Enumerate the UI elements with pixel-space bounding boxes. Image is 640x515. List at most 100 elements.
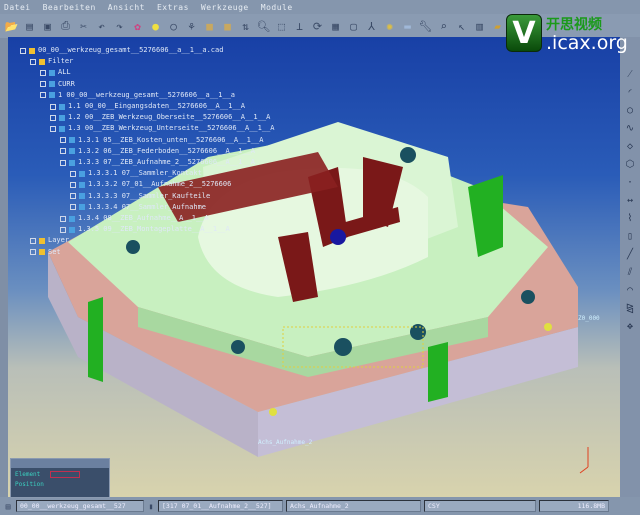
- save-icon[interactable]: ▣: [40, 19, 55, 34]
- tree-item[interactable]: 1.3.3 07__ZEB_Aufnahme_2__5276606__A__1_…: [20, 157, 275, 168]
- expand-toggle-icon[interactable]: [40, 92, 46, 99]
- tree-item[interactable]: 1.3.1 05__ZEB_Kosten_unten__5276606__A__…: [20, 135, 275, 146]
- csys-icon[interactable]: ⅄: [364, 19, 379, 34]
- expand-toggle-icon[interactable]: [70, 204, 76, 211]
- expand-toggle-icon[interactable]: [70, 193, 76, 200]
- tree-item[interactable]: Set: [20, 247, 275, 258]
- position-label: Position: [15, 481, 44, 488]
- select-icon[interactable]: ↖: [454, 19, 469, 34]
- expand-toggle-icon[interactable]: [40, 70, 46, 76]
- tree-item[interactable]: 1.3.4 08__ZEB_Aufnahme__A__1__A: [20, 213, 275, 224]
- solid-edge-icon[interactable]: ■: [220, 19, 235, 34]
- undo-icon[interactable]: ↶: [94, 19, 109, 34]
- tree-item[interactable]: Layer: [20, 235, 275, 246]
- tree-item[interactable]: 1.3.3.2 07_01__Aufnahme_2__5276606: [20, 179, 275, 190]
- tree-item[interactable]: 1.3 00__ZEB_Werkzeug_Unterseite__5276606…: [20, 123, 275, 134]
- color-icon[interactable]: ✿: [130, 19, 145, 34]
- offset-icon[interactable]: ⫽: [623, 265, 637, 279]
- refresh-icon[interactable]: ⟳: [310, 19, 325, 34]
- expand-toggle-icon[interactable]: [60, 159, 66, 166]
- part-icon: [59, 126, 65, 133]
- expand-toggle-icon[interactable]: [50, 126, 56, 133]
- menu-ansicht[interactable]: Ansicht: [108, 3, 145, 12]
- tree-item[interactable]: 1 00_00__werkzeug_gesamt__5276606__a__1_…: [20, 90, 275, 101]
- move-icon[interactable]: ✥: [623, 319, 637, 333]
- wrench-icon[interactable]: 🔧︎: [418, 19, 433, 34]
- circle-icon[interactable]: ○: [623, 103, 637, 117]
- solid-shade-icon[interactable]: ■: [202, 19, 217, 34]
- status-part: [317 07_01__Aufnahme_2__527]: [158, 500, 283, 512]
- light-off-icon[interactable]: ○: [166, 19, 181, 34]
- expand-toggle-icon[interactable]: [60, 148, 66, 155]
- expand-toggle-icon[interactable]: [50, 103, 56, 110]
- zoom-window-icon[interactable]: ⬚: [274, 19, 289, 34]
- part-icon: [69, 226, 75, 233]
- mirror-icon[interactable]: ⧎: [623, 301, 637, 315]
- open-icon[interactable]: 📂: [4, 19, 19, 34]
- part-icon: [69, 137, 75, 144]
- part-icon: [79, 182, 85, 189]
- new-icon[interactable]: ▤: [22, 19, 37, 34]
- background-icon[interactable]: ▬: [400, 19, 415, 34]
- tree-item-label: Layer: [48, 236, 70, 245]
- tree-item-label: 00_00__werkzeug_gesamt__5276606__a__1__a…: [38, 46, 224, 54]
- tree-item[interactable]: 1.1 00_00__Eingangsdaten__5276606__A__1_…: [20, 101, 275, 112]
- expand-toggle-icon[interactable]: [50, 114, 56, 121]
- menu-datei[interactable]: Datei: [4, 3, 31, 12]
- blend-icon[interactable]: ◠: [623, 283, 637, 297]
- expand-toggle-icon[interactable]: [30, 238, 36, 245]
- trim-icon[interactable]: ╱: [623, 247, 637, 261]
- tree-item[interactable]: 1.3.3.3 07__Sammler_Kaufteile: [20, 191, 275, 202]
- search-icon[interactable]: ⌕: [436, 19, 451, 34]
- menu-module[interactable]: Module: [261, 3, 293, 12]
- expand-toggle-icon[interactable]: [40, 81, 46, 88]
- expand-toggle-icon[interactable]: [60, 215, 66, 222]
- menu-extras[interactable]: Extras: [157, 3, 189, 12]
- line-icon[interactable]: ⁄: [623, 67, 637, 81]
- cut-icon[interactable]: ✂: [76, 19, 91, 34]
- tree-item[interactable]: 1.3.3.1 07__Sammler_Kontakt: [20, 168, 275, 179]
- axis-icon[interactable]: ⊥: [292, 19, 307, 34]
- expand-toggle-icon[interactable]: [60, 137, 66, 144]
- tree-item-label: 1.3.1 05__ZEB_Kosten_unten__5276606__A__…: [78, 135, 264, 144]
- surface-icon[interactable]: ◇: [623, 139, 637, 153]
- element-input[interactable]: [50, 471, 81, 478]
- frame-icon[interactable]: ▢: [346, 19, 361, 34]
- print-icon[interactable]: ⎙: [58, 19, 73, 34]
- measure-icon[interactable]: ▰: [490, 19, 505, 34]
- 3d-viewport[interactable]: Achs_Aufnahme_2 Z0_000 00_00__werkzeug_g…: [8, 37, 620, 497]
- expand-toggle-icon[interactable]: [60, 226, 66, 233]
- menu-bearbeiten[interactable]: Bearbeiten: [43, 3, 96, 12]
- curve-icon[interactable]: ∿: [623, 121, 637, 135]
- grid-icon[interactable]: ▦: [328, 19, 343, 34]
- logo-domain: .icax.org: [546, 32, 628, 54]
- arc-icon[interactable]: ◜: [623, 85, 637, 99]
- redo-icon[interactable]: ↷: [112, 19, 127, 34]
- extrude-icon[interactable]: ▯: [623, 229, 637, 243]
- menu-werkzeuge[interactable]: Werkzeuge: [201, 3, 249, 12]
- dimension-icon[interactable]: ↔: [623, 193, 637, 207]
- hole: [231, 340, 245, 354]
- point-icon[interactable]: ·: [623, 175, 637, 189]
- expand-toggle-icon[interactable]: [70, 170, 76, 177]
- expand-toggle-icon[interactable]: [30, 249, 36, 256]
- tree-item[interactable]: 00_00__werkzeug_gesamt__5276606__a__1__a…: [20, 45, 275, 56]
- light-on-icon[interactable]: ●: [148, 19, 163, 34]
- zoom-icon[interactable]: 🔍︎: [256, 19, 271, 34]
- light-icon[interactable]: ✺: [382, 19, 397, 34]
- filter-icon[interactable]: ⚘: [184, 19, 199, 34]
- tree-item[interactable]: 1.3.5 09__ZEB_Montageplatte__A__1__A: [20, 224, 275, 235]
- solid-icon[interactable]: ⬡: [623, 157, 637, 171]
- tree-item[interactable]: 1.3.3.4 07__Sammler_Aufnahme: [20, 202, 275, 213]
- tree-item[interactable]: Filter: [20, 56, 275, 67]
- expand-toggle-icon[interactable]: [20, 47, 26, 54]
- calculator-icon[interactable]: ▥: [472, 19, 487, 34]
- tree-item[interactable]: 1.2 00__ZEB_Werkzeug_Oberseite__5276606_…: [20, 112, 275, 123]
- tree-item[interactable]: CURR: [20, 79, 275, 90]
- tree-item[interactable]: ALL: [20, 67, 275, 78]
- expand-toggle-icon[interactable]: [30, 58, 36, 65]
- spline-icon[interactable]: ⌇: [623, 211, 637, 225]
- expand-toggle-icon[interactable]: [70, 182, 76, 189]
- rotate-icon[interactable]: ⇅: [238, 19, 253, 34]
- tree-item[interactable]: 1.3.2 06__ZEB_Federboden__5276606__A__1_…: [20, 146, 275, 157]
